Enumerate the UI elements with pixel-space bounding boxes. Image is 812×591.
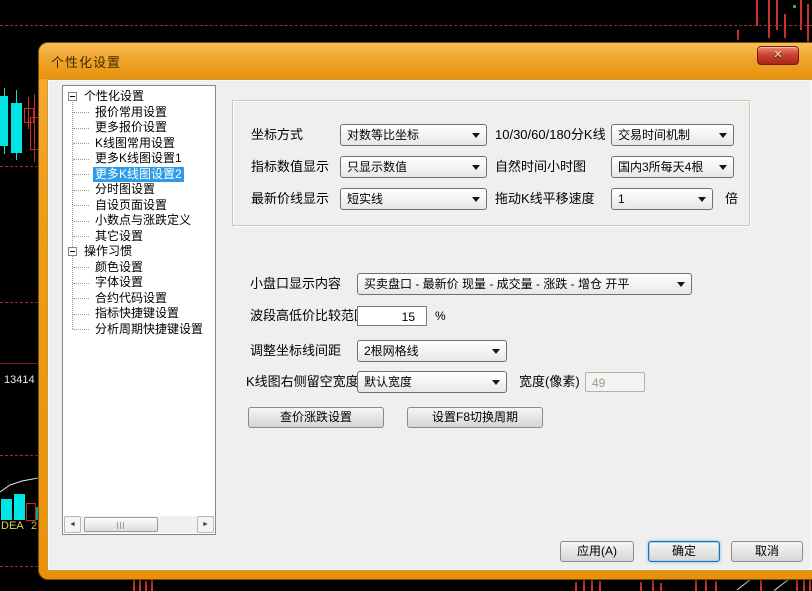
band-range-suffix: % <box>435 305 446 327</box>
scrollbar-thumb[interactable] <box>84 517 158 532</box>
grid-line <box>0 25 812 26</box>
grid-spacing-label: 调整坐标线间距 <box>250 340 341 362</box>
tree-item-other[interactable]: 其它设置 <box>63 229 215 245</box>
tree-item-custom-page[interactable]: 自设页面设置 <box>63 198 215 214</box>
chevron-down-icon <box>719 165 727 170</box>
candle-wick <box>583 580 585 591</box>
band-range-input[interactable]: 15 <box>357 306 427 326</box>
tree-item-contract-code[interactable]: 合约代码设置 <box>63 291 215 307</box>
candle-wick <box>776 0 778 30</box>
margin-width-input: 49 <box>585 372 645 392</box>
margin-width-label: 宽度(像素) <box>519 371 580 393</box>
tree-item-habits-root[interactable]: 操作习惯 <box>63 244 215 260</box>
chevron-down-icon <box>492 349 500 354</box>
chart-dot <box>793 5 796 8</box>
volume-bar <box>26 503 36 521</box>
scroll-right-icon[interactable]: ► <box>197 516 214 533</box>
dialog-title: 个性化设置 <box>51 52 121 71</box>
ok-button[interactable]: 确定 <box>648 541 720 562</box>
tree-item-period-hotkey[interactable]: 分析周期快捷键设置 <box>63 322 215 338</box>
chevron-down-icon <box>472 165 480 170</box>
minute-kline-label: 10/30/60/180分K线 <box>495 124 606 146</box>
pan-speed-select[interactable]: 1 <box>611 188 713 210</box>
tree-horizontal-scrollbar[interactable]: ◄ ► <box>64 516 214 533</box>
indicator-value-select[interactable]: 只显示数值 <box>340 156 487 178</box>
chevron-down-icon <box>677 282 685 287</box>
chevron-down-icon <box>472 197 480 202</box>
collapse-icon[interactable] <box>68 247 77 256</box>
indicator-value: 2 <box>31 521 37 532</box>
chevron-down-icon <box>492 380 500 385</box>
dialog-content: 个性化设置 报价常用设置 更多报价设置 K线图常用设置 更多K线图设置1 更多K… <box>47 79 812 571</box>
tree-item-personalization-root[interactable]: 个性化设置 <box>63 89 215 105</box>
candle-wick <box>599 581 601 591</box>
tree-item-quote-common[interactable]: 报价常用设置 <box>63 105 215 121</box>
tree-item-indicator-hotkey[interactable]: 指标快捷键设置 <box>63 306 215 322</box>
candle-wick <box>800 0 802 30</box>
coordinate-groupbox: 坐标方式 对数等比坐标 10/30/60/180分K线 交易时间机制 指标数值显… <box>232 100 750 226</box>
candle-wick <box>796 579 798 591</box>
candle-wick <box>660 583 662 591</box>
volume-bar <box>14 494 25 520</box>
indicator-label: DEA <box>1 521 24 532</box>
tree-item-kline-more-1[interactable]: 更多K线图设置1 <box>63 151 215 167</box>
minute-kline-select[interactable]: 交易时间机制 <box>611 124 734 146</box>
natural-hour-label: 自然时间小时图 <box>495 156 586 178</box>
volume-bar <box>1 499 12 520</box>
scroll-left-icon[interactable]: ◄ <box>64 516 81 533</box>
scrollbar-grip-icon <box>117 522 125 529</box>
chevron-down-icon <box>719 133 727 138</box>
natural-hour-select[interactable]: 国内3所每天4根 <box>611 156 734 178</box>
candle-wick <box>715 581 717 591</box>
grid-spacing-select[interactable]: 2根网格线 <box>357 340 507 362</box>
right-margin-select[interactable]: 默认宽度 <box>357 371 507 393</box>
latest-price-line-select[interactable]: 短实线 <box>340 188 487 210</box>
candle-wick <box>768 0 770 38</box>
tree-item-kline-more-2[interactable]: 更多K线图设置2 <box>63 167 215 183</box>
tree-item-decimal-updown[interactable]: 小数点与涨跌定义 <box>63 213 215 229</box>
indicator-value-label: 指标数值显示 <box>251 156 329 178</box>
f8-cycle-button[interactable]: 设置F8切换周期 <box>407 407 543 428</box>
coord-mode-select[interactable]: 对数等比坐标 <box>340 124 487 146</box>
latest-price-line-label: 最新价线显示 <box>251 188 329 210</box>
candle-wick <box>784 14 786 38</box>
coord-mode-label: 坐标方式 <box>251 124 303 146</box>
pan-speed-label: 拖动K线平移速度 <box>495 188 595 210</box>
candle-wick <box>133 580 135 591</box>
tree-item-kline-common[interactable]: K线图常用设置 <box>63 136 215 152</box>
settings-tree: 个性化设置 报价常用设置 更多报价设置 K线图常用设置 更多K线图设置1 更多K… <box>63 86 215 337</box>
candle-wick <box>652 580 654 591</box>
candle-wick <box>575 582 577 591</box>
right-margin-label: K线图右侧留空宽度 <box>246 371 359 393</box>
candle-wick <box>737 30 739 40</box>
tree-item-intraday[interactable]: 分时图设置 <box>63 182 215 198</box>
candle-wick <box>145 581 147 591</box>
chevron-down-icon <box>472 133 480 138</box>
pan-speed-suffix: 倍 <box>725 188 738 210</box>
apply-button[interactable]: 应用(A) <box>560 541 634 562</box>
candle-wick <box>695 580 697 591</box>
chevron-down-icon <box>698 197 706 202</box>
mini-quote-content-select[interactable]: 买卖盘口 - 最新价 现量 - 成交量 - 涨跌 - 增仓 开平 <box>357 273 692 295</box>
tree-item-quote-more[interactable]: 更多报价设置 <box>63 120 215 136</box>
candle-wick <box>807 4 809 42</box>
chart-line <box>737 579 752 591</box>
candle-wick <box>151 579 153 591</box>
close-icon[interactable]: ✕ <box>757 46 799 65</box>
collapse-icon[interactable] <box>68 92 77 101</box>
price-change-settings-button[interactable]: 查价涨跌设置 <box>248 407 384 428</box>
band-range-label: 波段高低价比较范围 <box>250 305 367 327</box>
tree-item-font[interactable]: 字体设置 <box>63 275 215 291</box>
settings-tree-panel: 个性化设置 报价常用设置 更多报价设置 K线图常用设置 更多K线图设置1 更多K… <box>62 85 216 535</box>
candle-wick <box>756 0 758 26</box>
mini-quote-label: 小盘口显示内容 <box>250 273 341 295</box>
settings-dialog: 个性化设置 ✕ 个性化设置 报价常用设置 更多报价设置 K线图常用设置 更多K线… <box>38 42 812 580</box>
tree-item-color[interactable]: 颜色设置 <box>63 260 215 276</box>
candle-wick <box>640 582 642 591</box>
dialog-titlebar[interactable]: 个性化设置 ✕ <box>39 43 812 79</box>
cancel-button[interactable]: 取消 <box>731 541 803 562</box>
candle-wick <box>809 580 811 591</box>
